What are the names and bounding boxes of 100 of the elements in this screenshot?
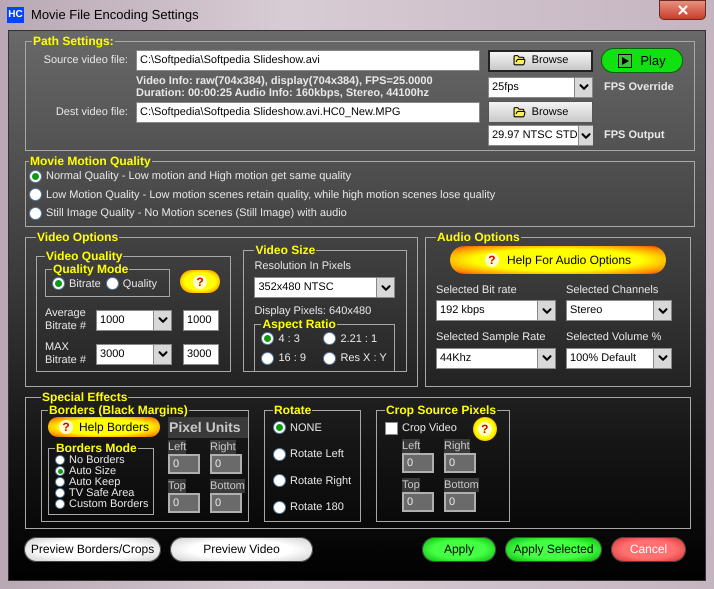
help-button[interactable]: ? bbox=[180, 270, 220, 294]
help-button[interactable]: ? bbox=[472, 416, 497, 440]
preview-button[interactable]: Preview Borders/Crops bbox=[24, 536, 161, 562]
group-title: Video Size bbox=[254, 244, 316, 256]
radio[interactable] bbox=[273, 448, 286, 461]
radio-label[interactable]: Rotate Left bbox=[290, 446, 344, 462]
checkbox-label[interactable]: Crop Video bbox=[402, 420, 457, 437]
dropdown[interactable]: 3000 bbox=[96, 344, 172, 364]
radio-label[interactable]: Custom Borders bbox=[69, 498, 148, 510]
video-info-text: Duration: 00:00:25 Audio Info: 160kbps, Stereo, 44100hz bbox=[136, 87, 430, 99]
radio[interactable] bbox=[55, 488, 65, 498]
radio[interactable] bbox=[29, 206, 42, 220]
radio-label[interactable]: Normal Quality - Low motion and High motion get same quality bbox=[46, 168, 352, 184]
radio-label[interactable]: Still Image Quality - No Motion scenes (Still Image) with audio bbox=[46, 205, 347, 222]
field-label: Bottom bbox=[444, 478, 479, 492]
radio-label[interactable]: Auto Size bbox=[69, 466, 116, 476]
dropdown[interactable]: 1000 bbox=[96, 310, 172, 330]
help-icon: ? bbox=[58, 420, 73, 434]
radio-label[interactable]: No Borders bbox=[69, 454, 125, 466]
radio-label[interactable]: 4 : 3 bbox=[278, 330, 300, 347]
group-title: Crop Source Pixels bbox=[385, 404, 498, 416]
browse-button[interactable]: Browse bbox=[488, 101, 593, 123]
radio[interactable] bbox=[55, 499, 65, 509]
fps-output-label: FPS Output bbox=[603, 128, 666, 144]
browse-button[interactable]: Browse bbox=[488, 50, 593, 72]
radio[interactable] bbox=[273, 500, 286, 514]
field-label: Selected Volume % bbox=[566, 330, 662, 345]
field-label: Selected Sample Rate bbox=[436, 330, 546, 345]
group-title: Path Settings: bbox=[32, 35, 115, 48]
field-label: Dest video file: bbox=[54, 104, 128, 120]
group-title: Rotate bbox=[273, 404, 312, 416]
radio-selected[interactable] bbox=[55, 466, 65, 476]
radio[interactable] bbox=[29, 188, 42, 202]
checkbox[interactable] bbox=[385, 422, 398, 435]
radio-selected[interactable] bbox=[261, 332, 274, 346]
radio[interactable] bbox=[55, 455, 65, 465]
radio-selected[interactable] bbox=[29, 170, 42, 183]
radio-label[interactable]: Rotate Right bbox=[290, 472, 352, 489]
field-label: Left bbox=[168, 440, 186, 454]
field-label: Right bbox=[444, 438, 470, 452]
window-title: Movie File Encoding Settings bbox=[31, 6, 199, 24]
folder-icon bbox=[512, 106, 526, 118]
apply-button[interactable]: Apply Selected bbox=[505, 536, 602, 562]
dropdown[interactable]: 44Khz bbox=[436, 348, 556, 368]
input-field[interactable]: 1000 bbox=[183, 310, 219, 330]
group-title: Video Quality bbox=[45, 250, 124, 262]
dropdown[interactable]: 25fps bbox=[488, 76, 593, 98]
radio[interactable] bbox=[106, 277, 119, 290]
field-label: Top bbox=[402, 478, 420, 492]
field-label: Selected Channels bbox=[566, 282, 660, 298]
close-button[interactable] bbox=[659, 0, 706, 20]
radio-label[interactable]: Res X : Y bbox=[340, 350, 387, 366]
radio-label[interactable]: TV Safe Area bbox=[69, 488, 134, 498]
radio-label[interactable]: Bitrate bbox=[69, 276, 101, 292]
group-title: Borders Mode bbox=[55, 442, 138, 454]
preview-button[interactable]: Preview Video bbox=[170, 536, 313, 562]
help-borders-button[interactable]: ? Help Borders bbox=[48, 416, 160, 436]
group-title: Aspect Ratio bbox=[261, 318, 337, 330]
fps-override-label: FPS Override bbox=[603, 80, 675, 95]
radio-label[interactable]: NONE bbox=[290, 420, 322, 436]
group-title: Audio Options bbox=[436, 230, 521, 244]
apply-button[interactable]: Apply bbox=[422, 536, 496, 562]
radio-label[interactable]: 16 : 9 bbox=[278, 350, 306, 366]
play-button[interactable]: Play bbox=[601, 48, 683, 73]
group-title: Video Options bbox=[36, 230, 120, 244]
dropdown[interactable]: 192 kbps bbox=[436, 300, 556, 321]
radio[interactable] bbox=[261, 352, 274, 365]
radio[interactable] bbox=[323, 352, 336, 365]
radio-label[interactable]: Low Motion Quality - Low motion scenes retain quality, while high motion scenes lose quality bbox=[46, 186, 496, 203]
field-label: MAX Bitrate # bbox=[45, 341, 87, 367]
help-icon: ? bbox=[478, 422, 492, 436]
help-icon: ? bbox=[193, 274, 207, 289]
field-label: Resolution In Pixels bbox=[254, 258, 352, 274]
app-icon: HC bbox=[7, 7, 24, 23]
radio-selected[interactable] bbox=[273, 421, 286, 434]
radio-label[interactable]: 2.21 : 1 bbox=[340, 330, 378, 347]
field-label: Source video file: bbox=[42, 53, 128, 68]
help-icon: ? bbox=[484, 252, 499, 266]
radio-label[interactable]: Quality bbox=[122, 276, 158, 292]
input-field[interactable]: C:\Softpedia\Softpedia Slideshow.avi bbox=[136, 50, 480, 71]
group-title: Borders (Black Margins) bbox=[49, 404, 189, 416]
input-field[interactable]: 3000 bbox=[183, 344, 219, 364]
folder-icon bbox=[512, 54, 526, 67]
radio[interactable] bbox=[323, 332, 336, 346]
help-audio-button[interactable]: ? Help For Audio Options bbox=[450, 246, 666, 274]
dropdown[interactable]: Stereo bbox=[566, 300, 672, 321]
field-label: Top bbox=[168, 478, 186, 492]
radio[interactable] bbox=[273, 474, 286, 488]
display-pixels-text: Display Pixels: 640x480 bbox=[254, 304, 372, 319]
radio[interactable] bbox=[55, 477, 65, 487]
dropdown[interactable]: 100% Default bbox=[566, 348, 672, 368]
radio-label[interactable]: Rotate 180 bbox=[290, 499, 344, 516]
group-title: Movie Motion Quality bbox=[29, 155, 152, 168]
input-field[interactable]: C:\Softpedia\Softpedia Slideshow.avi.HC0_New.MPG bbox=[136, 102, 480, 122]
group-title: Quality Mode bbox=[52, 262, 130, 276]
dropdown[interactable]: 29.97 NTSC STD bbox=[488, 125, 593, 146]
field-label: Selected Bit rate bbox=[436, 282, 518, 298]
radio-label[interactable]: Auto Keep bbox=[69, 476, 120, 488]
radio-selected[interactable] bbox=[52, 277, 65, 290]
dropdown[interactable]: 352x480 NTSC bbox=[254, 277, 396, 298]
